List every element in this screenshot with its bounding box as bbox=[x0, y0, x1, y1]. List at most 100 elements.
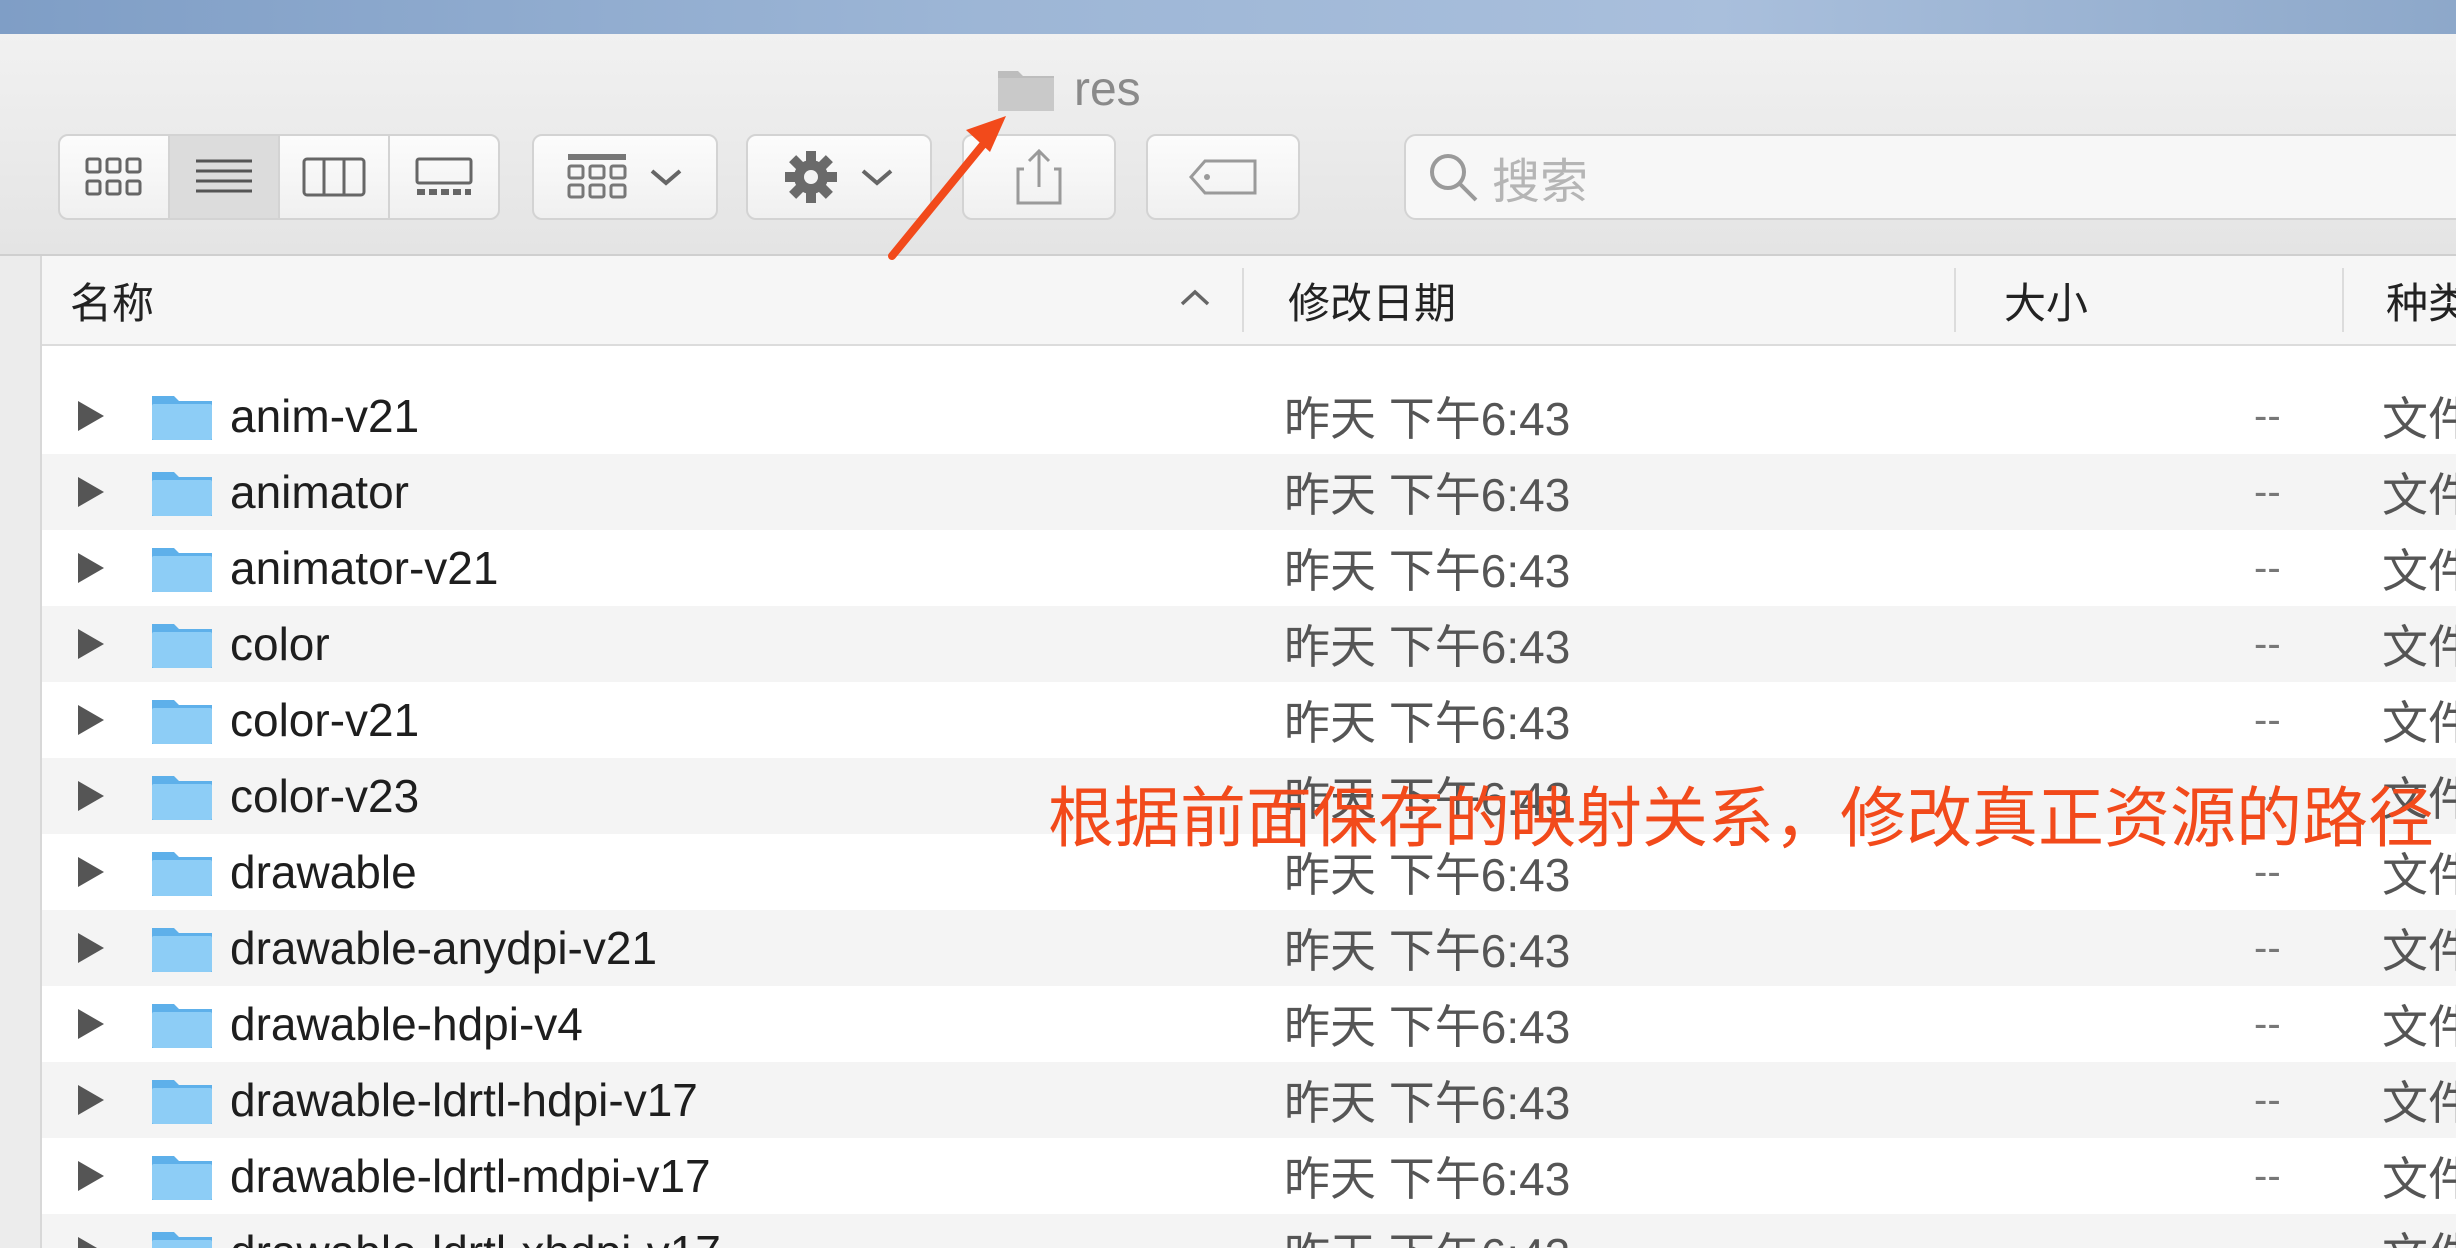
disclosure-triangle-icon[interactable] bbox=[76, 454, 106, 530]
folder-icon bbox=[150, 530, 214, 606]
file-size: -- bbox=[2254, 545, 2281, 590]
disclosure-triangle-icon[interactable] bbox=[76, 1138, 106, 1214]
file-name: animator bbox=[230, 466, 409, 518]
table-row[interactable]: animator 昨天 下午6:43 -- 文件夹 bbox=[42, 454, 2456, 530]
table-row[interactable]: drawable-ldrtl-mdpi-v17 昨天 下午6:43 -- 文件夹 bbox=[42, 1138, 2456, 1214]
file-size: -- bbox=[2254, 1214, 2281, 1248]
icon-view-button[interactable] bbox=[60, 136, 170, 218]
disclosure-triangle-icon[interactable] bbox=[76, 378, 106, 454]
folder-icon bbox=[150, 454, 214, 530]
list-view-button[interactable] bbox=[170, 136, 280, 218]
gear-icon bbox=[785, 151, 837, 203]
file-date: 昨天 下午6:43 bbox=[1284, 697, 1571, 749]
search-icon bbox=[1430, 154, 1478, 202]
share-button[interactable] bbox=[962, 134, 1116, 220]
file-name: color bbox=[230, 618, 330, 670]
column-divider[interactable] bbox=[1954, 268, 1956, 332]
file-date: 昨天 下午6:43 bbox=[1284, 925, 1571, 977]
annotation-text: 根据前面保存的映射关系，修改真正资源的路径 bbox=[1048, 780, 2434, 857]
file-kind: 文件夹 bbox=[2382, 925, 2456, 977]
file-size: -- bbox=[2254, 621, 2281, 666]
folder-icon bbox=[150, 378, 214, 454]
file-name: drawable-ldrtl-mdpi-v17 bbox=[230, 1150, 711, 1202]
share-icon bbox=[1016, 148, 1062, 205]
search-field[interactable]: 搜索 bbox=[1404, 134, 2456, 220]
file-size: -- bbox=[2254, 393, 2281, 438]
disclosure-triangle-icon[interactable] bbox=[76, 1214, 106, 1248]
file-name: drawable-hdpi-v4 bbox=[230, 998, 583, 1050]
window-title-text: res bbox=[1074, 62, 1141, 116]
gallery-icon bbox=[415, 157, 473, 195]
disclosure-triangle-icon[interactable] bbox=[76, 1062, 106, 1138]
columns-icon bbox=[302, 157, 366, 197]
file-list: 名称 修改日期 大小 种类 anim-v21 昨天 下午6:43 -- 文件夹 anim… bbox=[40, 256, 2456, 1248]
disclosure-triangle-icon[interactable] bbox=[76, 530, 106, 606]
chevron-down-icon bbox=[861, 169, 893, 186]
file-size: -- bbox=[2254, 925, 2281, 970]
file-name: anim-v21 bbox=[230, 390, 420, 442]
view-mode-control bbox=[58, 134, 500, 220]
file-size: -- bbox=[2254, 1001, 2281, 1046]
file-kind: 文件夹 bbox=[2382, 393, 2456, 445]
group-grid-icon bbox=[567, 154, 627, 199]
list-icon bbox=[196, 159, 252, 193]
folder-icon bbox=[150, 682, 214, 758]
file-kind: 文件夹 bbox=[2382, 1077, 2456, 1129]
column-header-name[interactable]: 名称 bbox=[70, 256, 1270, 344]
table-row[interactable]: drawable-anydpi-v21 昨天 下午6:43 -- 文件夹 bbox=[42, 910, 2456, 986]
tag-button[interactable] bbox=[1146, 134, 1300, 220]
list-header: 名称 修改日期 大小 种类 bbox=[42, 256, 2456, 346]
disclosure-triangle-icon[interactable] bbox=[76, 682, 106, 758]
group-button[interactable] bbox=[532, 134, 718, 220]
disclosure-triangle-icon[interactable] bbox=[76, 986, 106, 1062]
column-header-date[interactable]: 修改日期 bbox=[1288, 256, 1988, 344]
file-size: -- bbox=[2254, 1077, 2281, 1122]
search-placeholder: 搜索 bbox=[1492, 156, 1589, 209]
column-header-name-label: 名称 bbox=[70, 279, 155, 327]
icon-grid-icon bbox=[85, 157, 142, 196]
file-name: drawable-ldrtl-xhdpi-v17 bbox=[230, 1214, 721, 1248]
file-size: -- bbox=[2254, 697, 2281, 742]
file-name: color-v21 bbox=[230, 694, 420, 746]
file-name: drawable-ldrtl-hdpi-v17 bbox=[230, 1074, 698, 1126]
action-button[interactable] bbox=[746, 134, 932, 220]
column-view-button[interactable] bbox=[280, 136, 390, 218]
sort-ascending-icon bbox=[1180, 289, 1210, 306]
table-row[interactable]: color-v21 昨天 下午6:43 -- 文件夹 bbox=[42, 682, 2456, 758]
column-divider[interactable] bbox=[2342, 268, 2344, 332]
file-kind: 文件夹 bbox=[2382, 545, 2456, 597]
folder-icon bbox=[998, 71, 1054, 111]
folder-icon bbox=[150, 758, 214, 834]
column-header-size[interactable]: 大小 bbox=[2004, 256, 2304, 344]
folder-icon bbox=[150, 834, 214, 910]
file-date: 昨天 下午6:43 bbox=[1284, 1077, 1571, 1129]
file-kind: 文件夹 bbox=[2382, 1153, 2456, 1205]
column-divider[interactable] bbox=[1242, 268, 1244, 332]
table-row[interactable]: drawable-hdpi-v4 昨天 下午6:43 -- 文件夹 bbox=[42, 986, 2456, 1062]
file-kind: 文件夹 bbox=[2382, 621, 2456, 673]
file-kind: 文件夹 bbox=[2382, 1001, 2456, 1053]
file-date: 昨天 下午6:43 bbox=[1284, 545, 1571, 597]
table-row[interactable]: anim-v21 昨天 下午6:43 -- 文件夹 bbox=[42, 378, 2456, 454]
tag-icon bbox=[1189, 159, 1257, 195]
desktop-background bbox=[0, 0, 2456, 36]
file-date: 昨天 下午6:43 bbox=[1284, 621, 1571, 673]
column-header-kind-label: 种类 bbox=[2386, 279, 2456, 327]
disclosure-triangle-icon[interactable] bbox=[76, 758, 106, 834]
file-kind: 文件夹 bbox=[2382, 697, 2456, 749]
gallery-view-button[interactable] bbox=[390, 136, 498, 218]
table-row[interactable]: animator-v21 昨天 下午6:43 -- 文件夹 bbox=[42, 530, 2456, 606]
column-header-kind[interactable]: 种类 bbox=[2386, 256, 2456, 344]
disclosure-triangle-icon[interactable] bbox=[76, 910, 106, 986]
file-name: drawable bbox=[230, 846, 417, 898]
table-row[interactable]: color 昨天 下午6:43 -- 文件夹 bbox=[42, 606, 2456, 682]
finder-window: res 搜索 名称 修改日期 大小 种 anim-v21 昨天 下午6:43 -… bbox=[0, 34, 2456, 1248]
table-row[interactable]: drawable-ldrtl-xhdpi-v17 昨天 下午6:43 -- 文件夹 bbox=[42, 1214, 2456, 1248]
chevron-down-icon bbox=[650, 169, 682, 186]
file-date: 昨天 下午6:43 bbox=[1284, 1001, 1571, 1053]
disclosure-triangle-icon[interactable] bbox=[76, 606, 106, 682]
table-row[interactable]: drawable-ldrtl-hdpi-v17 昨天 下午6:43 -- 文件夹 bbox=[42, 1062, 2456, 1138]
disclosure-triangle-icon[interactable] bbox=[76, 834, 106, 910]
file-kind: 文件夹 bbox=[2382, 469, 2456, 521]
file-size: -- bbox=[2254, 469, 2281, 514]
